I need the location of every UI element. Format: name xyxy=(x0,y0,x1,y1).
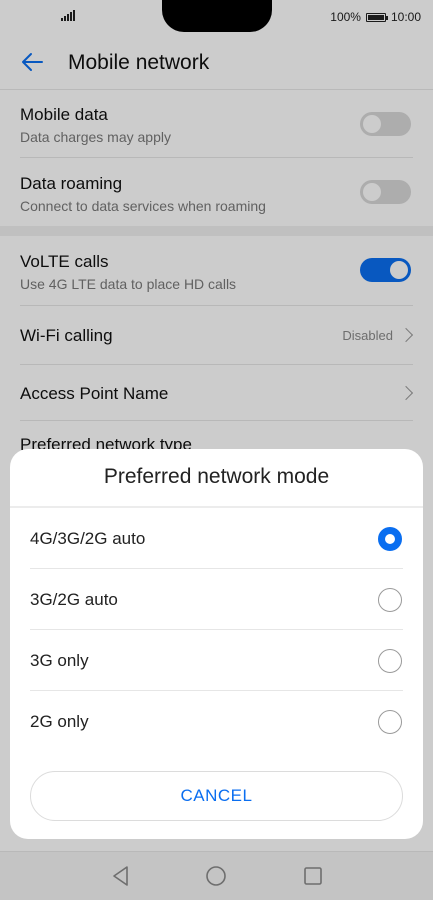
option-2g-only[interactable]: 2G only xyxy=(10,692,423,752)
option-4g-3g-2g-auto[interactable]: 4G/3G/2G auto xyxy=(10,509,423,569)
radio-unselected-icon[interactable] xyxy=(378,649,402,673)
option-label: 3G only xyxy=(30,651,89,670)
option-label: 2G only xyxy=(30,712,89,731)
network-mode-dialog: Preferred network mode 4G/3G/2G auto 3G/… xyxy=(10,449,423,839)
option-label: 4G/3G/2G auto xyxy=(30,529,146,548)
option-3g-only[interactable]: 3G only xyxy=(10,631,423,691)
dialog-divider xyxy=(10,506,423,508)
radio-unselected-icon[interactable] xyxy=(378,588,402,612)
cancel-button[interactable]: CANCEL xyxy=(30,771,403,821)
option-divider xyxy=(30,568,403,569)
option-3g-2g-auto[interactable]: 3G/2G auto xyxy=(10,570,423,630)
dialog-title: Preferred network mode xyxy=(103,465,330,488)
radio-selected-icon[interactable] xyxy=(378,527,402,551)
option-divider xyxy=(30,629,403,630)
radio-unselected-icon[interactable] xyxy=(378,710,402,734)
option-label: 3G/2G auto xyxy=(30,590,118,609)
option-divider xyxy=(30,690,403,691)
